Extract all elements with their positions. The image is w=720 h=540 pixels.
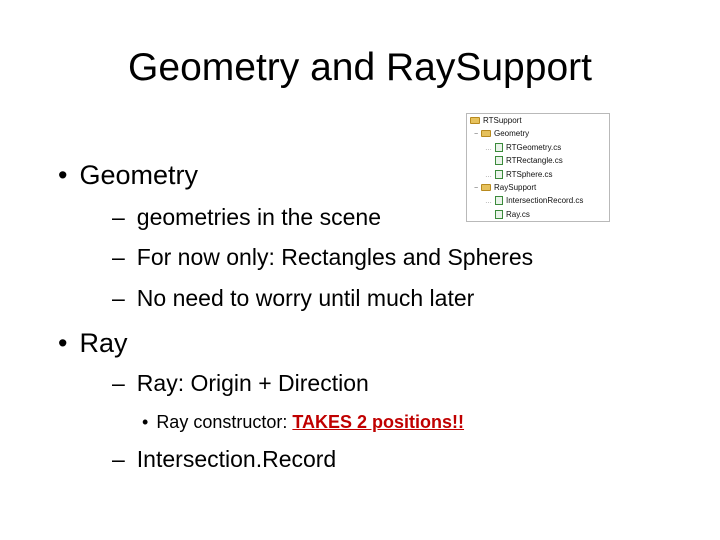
bullet-text: geometries in the scene [136, 204, 381, 230]
bullet-geometry: • Geometry [58, 159, 198, 191]
tree-folder-label: Geometry [494, 129, 530, 138]
slide-title: Geometry and RaySupport [128, 46, 592, 89]
tree-folder-label: RaySupport [494, 183, 537, 192]
bullet-marker: – [112, 244, 125, 270]
bullet-text: Intersection.Record [136, 446, 337, 472]
bullet-marker: • [142, 412, 149, 432]
tree-file: … IntersectionRecord.cs [485, 196, 584, 206]
slide: Geometry and RaySupport RTSupport − Geome… [0, 0, 720, 540]
tree-file-label: RTRectangle.cs [506, 156, 563, 165]
tree-file: RTRectangle.cs [485, 154, 563, 167]
sub-bullet: – geometries in the scene [112, 203, 381, 231]
bullet-text: No need to worry until much later [136, 285, 475, 311]
bullet-marker: – [112, 370, 125, 396]
sub-bullet: – Ray: Origin + Direction [112, 369, 369, 397]
sub-bullet: – No need to worry until much later [112, 284, 474, 312]
bullet-ray: • Ray [58, 327, 127, 359]
tree-root-label: RTSupport [483, 116, 522, 125]
csharp-file-icon [495, 196, 503, 206]
tree-file: … RTSphere.cs [485, 170, 553, 180]
sub-bullet: – Intersection.Record [112, 445, 336, 473]
sub-sub-bullet: • Ray constructor: TAKES 2 positions!! [142, 411, 464, 433]
tree-folder-raysupport: − RaySupport [473, 181, 536, 194]
csharp-file-icon [495, 143, 503, 153]
bullet-text: Geometry [79, 160, 198, 190]
emphasis-text: TAKES 2 positions!! [292, 412, 465, 432]
folder-icon [481, 184, 491, 192]
csharp-file-icon [495, 170, 503, 180]
sub-bullet: – For now only: Rectangles and Spheres [112, 243, 533, 271]
csharp-file-icon [495, 156, 503, 166]
bullet-marker: • [58, 160, 68, 190]
tree-file-label: RTGeometry.cs [506, 143, 562, 152]
bullet-marker: – [112, 285, 125, 311]
solution-tree-image: RTSupport − Geometry … RTGeometry.cs RTRec… [466, 113, 610, 222]
bullet-marker: • [58, 328, 68, 358]
bullet-text: Ray constructor: [156, 412, 293, 432]
bullet-text: Ray: Origin + Direction [136, 370, 369, 396]
bullet-marker: – [112, 204, 125, 230]
tree-folder-geometry: − Geometry [473, 127, 529, 140]
tree-file-label: IntersectionRecord.cs [506, 196, 584, 205]
collapse-icon: − [473, 131, 479, 138]
collapse-icon: − [473, 185, 479, 192]
folder-icon [481, 130, 491, 138]
tree-file: Ray.cs [485, 208, 530, 221]
bullet-text: Ray [79, 328, 128, 358]
tree-file: … RTGeometry.cs [485, 143, 562, 153]
folder-icon [470, 117, 480, 125]
bullet-text: For now only: Rectangles and Spheres [136, 244, 534, 270]
tree-file-label: Ray.cs [506, 210, 530, 219]
tree-root: RTSupport [470, 114, 522, 127]
bullet-marker: – [112, 446, 125, 472]
csharp-file-icon [495, 210, 503, 220]
tree-file-label: RTSphere.cs [506, 170, 553, 179]
